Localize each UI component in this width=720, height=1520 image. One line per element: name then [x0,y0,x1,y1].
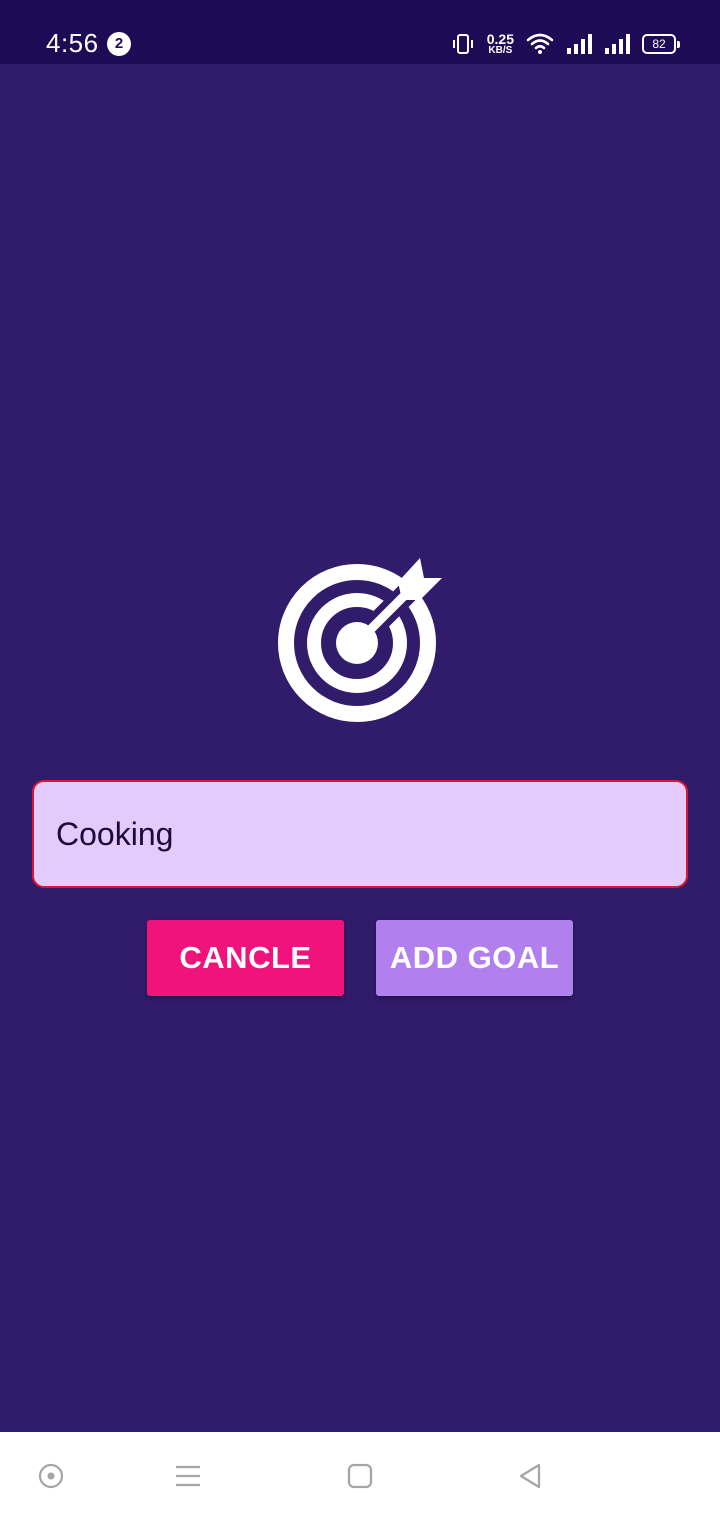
network-speed-value: 0.25 [486,31,514,47]
network-speed: 0.25 KB/S [487,32,514,56]
signal-icon [566,33,592,55]
wifi-icon [526,33,554,55]
back-icon[interactable] [506,1452,554,1500]
vibrate-icon [451,32,475,56]
network-speed-unit: KB/S [488,45,513,56]
target-arrow-icon [270,552,450,732]
assistant-icon[interactable] [27,1452,75,1500]
navigation-bar [0,1432,720,1520]
battery-icon: 82 [642,34,680,54]
notification-count-badge: 2 [107,32,131,56]
goal-input[interactable] [32,780,688,888]
status-bar: 4:56 2 0.25 KB/S 82 [0,0,720,64]
home-icon[interactable] [336,1452,384,1500]
status-icons: 0.25 KB/S 82 [451,30,680,58]
status-time: 4:56 [46,28,99,58]
add-goal-button[interactable]: ADD GOAL [376,920,573,996]
recents-menu-icon[interactable] [164,1452,212,1500]
cancel-button[interactable]: CANCLE [147,920,344,996]
signal-icon [604,33,630,55]
